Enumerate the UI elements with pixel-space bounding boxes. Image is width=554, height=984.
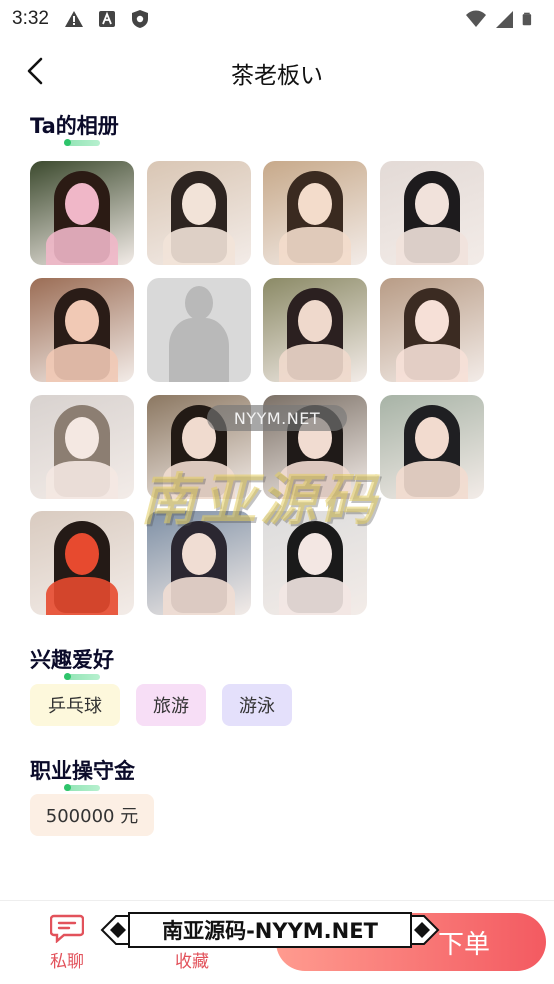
photo-13[interactable]	[30, 511, 134, 615]
interest-tag-2: 游泳	[222, 684, 292, 726]
watermark-text: 南亚源码	[140, 468, 380, 533]
title-dot	[64, 673, 71, 680]
interests-section-title: 兴趣爱好	[30, 644, 114, 680]
status-system-icons	[466, 9, 542, 29]
battery-icon	[522, 12, 532, 26]
title-dot	[64, 784, 71, 791]
chat-button[interactable]: 私聊	[50, 913, 84, 972]
wifi-icon	[466, 10, 486, 27]
chat-label: 私聊	[50, 952, 84, 972]
header: 茶老板い	[0, 44, 554, 98]
interest-tag-0: 乒乓球	[30, 684, 120, 726]
text-a-icon	[98, 11, 115, 27]
shield-icon	[131, 10, 148, 28]
album-title-text: Ta的相册	[30, 114, 119, 138]
photo-12[interactable]	[380, 395, 484, 499]
photo-3[interactable]	[263, 161, 367, 265]
watermark-banner: 南亚源码-NYYM.NET	[100, 908, 440, 952]
status-notification-icons	[64, 9, 150, 29]
deposit-title-text: 职业操守金	[30, 759, 135, 783]
photo-1[interactable]	[30, 161, 134, 265]
deposit-section-title: 职业操守金	[30, 755, 135, 791]
chat-bubble-icon	[50, 914, 84, 943]
watermark-banner-text: 南亚源码-NYYM.NET	[128, 912, 412, 948]
signal-icon	[496, 11, 513, 28]
photo-4[interactable]	[380, 161, 484, 265]
warning-icon	[64, 11, 83, 27]
watermark-pill: NYYM.NET	[207, 405, 347, 431]
status-time: 3:32	[12, 8, 49, 29]
status-bar: 3:32	[0, 0, 554, 38]
photo-2[interactable]	[147, 161, 251, 265]
deposit-amount-badge: 500000 元	[30, 794, 154, 836]
photo-5[interactable]	[30, 278, 134, 382]
photo-6-placeholder[interactable]	[147, 278, 251, 382]
album-section-title: Ta的相册	[30, 110, 119, 146]
title-dot	[64, 139, 71, 146]
page-title: 茶老板い	[231, 63, 323, 89]
interests-title-text: 兴趣爱好	[30, 648, 114, 672]
photo-8[interactable]	[380, 278, 484, 382]
interest-tag-1: 旅游	[136, 684, 206, 726]
photo-9[interactable]	[30, 395, 134, 499]
photo-7[interactable]	[263, 278, 367, 382]
